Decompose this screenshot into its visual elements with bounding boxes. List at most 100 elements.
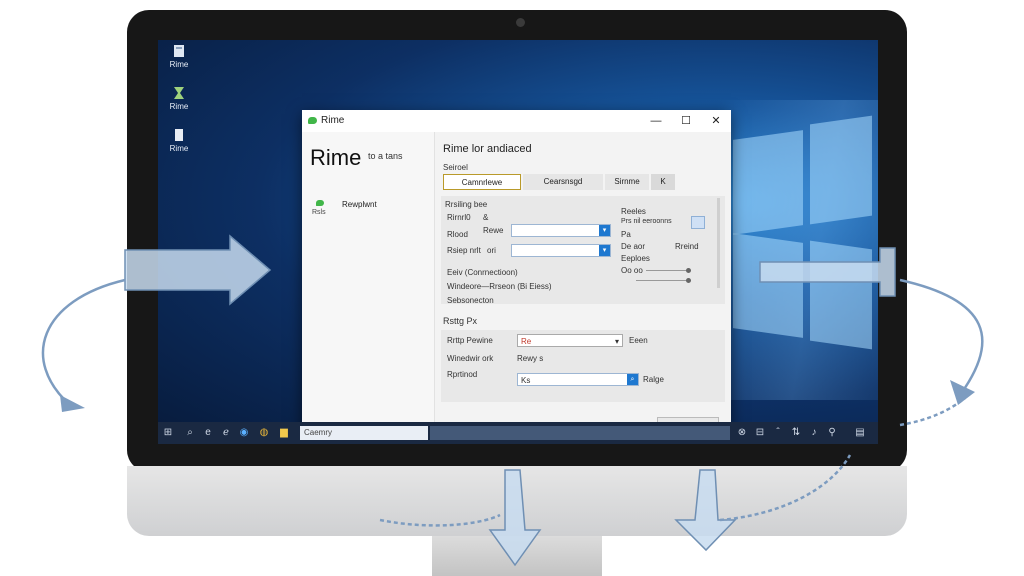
webcam bbox=[516, 18, 525, 27]
arrowhead-icon bbox=[60, 395, 85, 412]
close-button[interactable]: ✕ bbox=[701, 110, 731, 132]
row-sub: ori bbox=[487, 246, 496, 255]
monitor-chin bbox=[127, 466, 907, 536]
dropdown-icon[interactable]: ▾ bbox=[599, 245, 610, 256]
tray-icon[interactable]: ⊟ bbox=[754, 427, 766, 439]
curved-arrow-icon bbox=[899, 397, 966, 427]
info-line: Sebsonecton bbox=[447, 296, 494, 305]
row-label: Rlood bbox=[447, 230, 468, 239]
arrowhead-icon bbox=[950, 380, 975, 405]
folder-icon[interactable]: ▆ bbox=[278, 427, 290, 439]
content-heading: Rime lor andiaced bbox=[443, 143, 532, 155]
ie-icon[interactable]: ℯ bbox=[220, 427, 232, 439]
row-side-label: Eeen bbox=[629, 336, 648, 345]
rime-window: Rime — ☐ ✕ Rime to a tans Rsls Rewplwnt … bbox=[302, 110, 731, 438]
row-label: Rrttp Pewine bbox=[447, 336, 493, 345]
image-icon[interactable] bbox=[691, 216, 705, 229]
right-label: Oo oo bbox=[621, 266, 643, 275]
scrollbar[interactable] bbox=[717, 198, 720, 288]
tray-icon[interactable]: ⊗ bbox=[736, 427, 748, 439]
taskbar-search-input[interactable]: Caemry bbox=[300, 426, 428, 440]
edge-icon[interactable]: e bbox=[202, 427, 214, 439]
select-value: Re bbox=[521, 337, 532, 346]
sidebar: Rime to a tans Rsls Rewplwnt bbox=[302, 132, 435, 438]
row-sub: Rewe bbox=[483, 226, 504, 235]
start-icon[interactable]: ⊞ bbox=[162, 427, 174, 439]
curved-arrow-icon bbox=[899, 278, 984, 396]
section-title: Rsttg Px bbox=[443, 316, 478, 326]
minimize-button[interactable]: — bbox=[641, 110, 671, 132]
rime-logo-icon bbox=[316, 200, 324, 206]
desktop-icon-rime[interactable]: Rime bbox=[164, 86, 194, 111]
row-label: Rprtinod bbox=[447, 370, 478, 379]
windows-logo-pane bbox=[733, 233, 803, 338]
network-icon[interactable]: ⇅ bbox=[790, 427, 802, 439]
row-label: Rirnrl0 bbox=[447, 213, 471, 222]
browser-icon[interactable]: ◉ bbox=[238, 427, 250, 439]
title-bar[interactable]: Rime — ☐ ✕ bbox=[302, 110, 731, 133]
right-label: De aor bbox=[621, 242, 646, 251]
search-icon[interactable]: ⌕ bbox=[627, 374, 638, 385]
sidebar-item-label: Rewplwnt bbox=[342, 200, 377, 209]
windows-logo-pane bbox=[810, 240, 872, 350]
row-sub: & bbox=[483, 213, 489, 222]
right-label: Rreind bbox=[675, 242, 699, 251]
right-label: Eeploes bbox=[621, 254, 650, 263]
chrome-icon[interactable]: ◍ bbox=[258, 427, 270, 439]
slider-track[interactable] bbox=[636, 278, 691, 283]
right-label: Pa bbox=[621, 230, 631, 239]
settings-content: Rime lor andiaced Seiroel Camnrlewe Cear… bbox=[435, 132, 731, 438]
tab-cearsnsgd[interactable]: Cearsnsgd bbox=[523, 174, 603, 190]
row-value: Rewy s bbox=[517, 354, 544, 363]
file-icon bbox=[175, 129, 183, 141]
sidebar-item-caption: Rsls bbox=[312, 209, 326, 216]
taskbar-active-strip bbox=[430, 426, 730, 440]
slider-knob[interactable] bbox=[686, 268, 691, 273]
panel-rsttg: Rrttp Pewine Re ▾ Eeen Winedwir ork Rewy… bbox=[441, 330, 725, 402]
desktop-icon-label: Rime bbox=[169, 60, 189, 69]
text-input[interactable]: Ks ⌕ bbox=[517, 373, 639, 386]
app-icon bbox=[174, 87, 184, 99]
desktop-screen: Rime Rime Rime Rime — ☐ ✕ Rime to a tans… bbox=[158, 40, 878, 444]
desktop-icon-rime[interactable]: Rime bbox=[164, 44, 194, 69]
curved-arrow-icon bbox=[41, 278, 126, 406]
row-label: Winedwir ork bbox=[447, 354, 494, 363]
sidebar-item[interactable]: Rsls Rewplwnt bbox=[310, 198, 430, 220]
rime-logo-icon bbox=[308, 117, 317, 124]
row-side-label: Ralge bbox=[643, 375, 664, 384]
slider-track[interactable] bbox=[646, 268, 691, 273]
text-input[interactable]: ▾ bbox=[511, 244, 611, 257]
tab-camnrlewe[interactable]: Camnrlewe bbox=[443, 174, 521, 190]
window-title: Rime bbox=[321, 115, 345, 126]
input-value: Ks bbox=[521, 376, 531, 385]
info-line: Windeore—Rrseon (Bi Eiess) bbox=[447, 282, 552, 291]
desktop-icon-rime[interactable]: Rime bbox=[164, 128, 194, 153]
desktop-icon-label: Rime bbox=[169, 102, 189, 111]
taskbar: ⊞ ⌕ e ℯ ◉ ◍ ▆ Caemry ⊗ ⊟ ˆ ⇅ ♪ ⚲ ▤ bbox=[158, 422, 878, 444]
tab-sirnme[interactable]: Sirnme bbox=[605, 174, 649, 190]
maximize-button[interactable]: ☐ bbox=[671, 110, 701, 132]
monitor-stand bbox=[432, 536, 602, 576]
chevron-down-icon: ▾ bbox=[614, 337, 619, 346]
sidebar-title: Rime bbox=[310, 145, 362, 170]
right-label: Prs nil eeroonns bbox=[621, 218, 672, 225]
notification-icon[interactable]: ▤ bbox=[854, 427, 866, 439]
panel-rrsiling: Rrsiling bee Rirnrl0 & Rlood Rewe ▾ Rsie… bbox=[441, 196, 725, 305]
panel-title: Rrsiling bee bbox=[445, 200, 488, 209]
select-field[interactable]: Re ▾ bbox=[517, 334, 623, 347]
sidebar-subtitle: to a tans bbox=[368, 151, 403, 161]
windows-logo-pane bbox=[810, 115, 872, 225]
section-label: Seiroel bbox=[443, 163, 468, 172]
tray-icon[interactable]: ˆ bbox=[772, 427, 784, 439]
search-icon[interactable]: ⌕ bbox=[184, 427, 196, 439]
slider-knob[interactable] bbox=[686, 278, 691, 283]
dropdown-icon[interactable]: ▾ bbox=[599, 225, 610, 236]
app-icon bbox=[174, 45, 184, 57]
info-line: Eeiv (Conrnectioon) bbox=[447, 268, 518, 277]
text-input[interactable]: ▾ bbox=[511, 224, 611, 237]
volume-icon[interactable]: ♪ bbox=[808, 427, 820, 439]
tab-k[interactable]: K bbox=[651, 174, 675, 190]
tray-icon[interactable]: ⚲ bbox=[826, 427, 838, 439]
row-label: Rsiep nrlt bbox=[447, 246, 481, 255]
windows-logo-pane bbox=[733, 130, 803, 235]
